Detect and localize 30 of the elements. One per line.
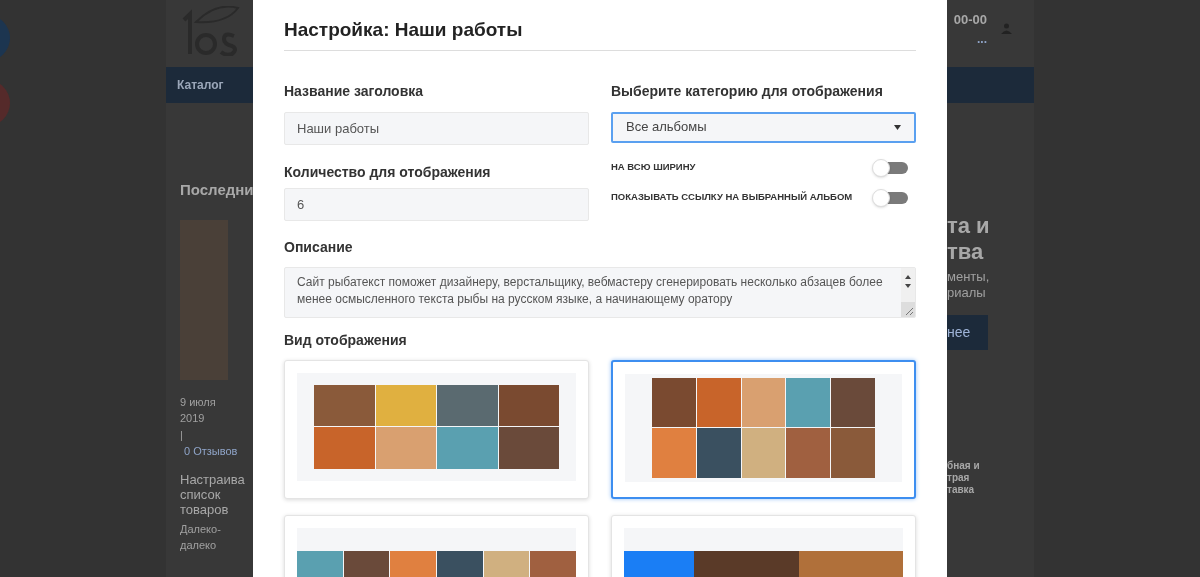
phone-number: 00-00: [953, 11, 987, 29]
separator-text: |: [180, 427, 184, 443]
product-text: Далеко- далеко: [180, 521, 222, 553]
post-date: 9 июля 2019: [180, 394, 217, 426]
feature-text: бная и трая тавка: [947, 460, 981, 496]
reviews-link[interactable]: 0 Отзывов: [180, 443, 240, 460]
banner-button[interactable]: нее: [947, 315, 988, 350]
product-title: Настраива список товаров: [180, 471, 246, 517]
layout-option-card[interactable]: [611, 359, 916, 499]
banner-text: менты, риалы: [947, 269, 991, 301]
dropdown-caret-icon: [894, 124, 901, 130]
toggle-label: НА ВСЮ ШИРИНУ: [611, 160, 696, 175]
modal-title: Настройка: Наши работы: [284, 16, 916, 51]
banner-title: та и тва: [947, 213, 991, 265]
heading-input-field[interactable]: Наши работы: [284, 111, 589, 145]
field-label: Выберите категорию для отображения: [611, 81, 884, 101]
toggle-label: ПОКАЗЫВАТЬ ССЫЛКУ НА ВЫБРАННЫЙ АЛЬБОМ: [611, 190, 853, 205]
field-label: Название заголовка: [284, 81, 425, 101]
section-label: Вид отображения: [284, 330, 408, 350]
scrollbar-icon: [901, 267, 915, 317]
field-label: Количество для отображения: [284, 162, 492, 182]
toggle-switch[interactable]: [874, 161, 908, 174]
callback-link[interactable]: ...: [977, 29, 987, 48]
section-heading: Последни: [180, 180, 253, 200]
field-label: Описание: [284, 237, 354, 257]
count-input-field[interactable]: 6: [284, 187, 589, 221]
category-select[interactable]: Все альбомы: [611, 111, 916, 143]
description-textarea[interactable]: Сайт рыбатекст поможет дизайнеру, верстальщику, вебмастеру сгенерировать несколько абзацев более менее осмысленного текста рыбы на русском языке, а начинающему оратору: [284, 266, 916, 318]
nav-item[interactable]: Каталог: [177, 76, 224, 94]
toggle-switch[interactable]: [874, 191, 908, 204]
